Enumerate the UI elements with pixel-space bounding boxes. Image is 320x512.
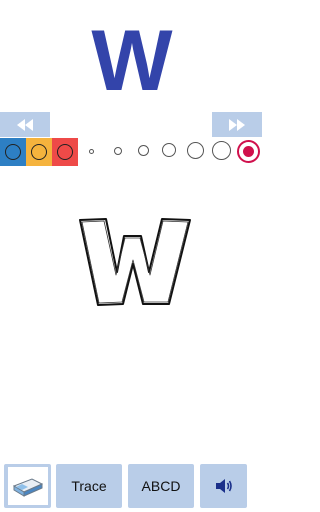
eraser-button[interactable] — [4, 464, 51, 508]
eraser-icon — [12, 478, 43, 497]
brush-size-5[interactable] — [187, 142, 204, 159]
swatch-ring — [57, 144, 73, 160]
letter-display: W — [0, 0, 262, 112]
abcd-label: ABCD — [141, 478, 181, 494]
swatch-ring — [5, 144, 21, 160]
brush-size-4[interactable] — [162, 143, 176, 157]
brush-size-6[interactable] — [212, 141, 231, 160]
current-letter: W — [91, 13, 172, 109]
trace-label: Trace — [71, 478, 107, 494]
trace-button[interactable]: Trace — [56, 464, 122, 508]
brush-size-2[interactable] — [114, 147, 122, 155]
eraser-icon-frame — [7, 467, 48, 505]
sound-button[interactable] — [200, 464, 247, 508]
rewind-icon — [17, 118, 33, 131]
color-swatch-yellow[interactable] — [26, 138, 52, 166]
abcd-button[interactable]: ABCD — [128, 464, 194, 508]
color-swatch-red[interactable] — [52, 138, 78, 166]
swatch-ring — [31, 144, 47, 160]
fast-forward-icon — [229, 118, 245, 131]
brush-size-1[interactable] — [89, 149, 94, 154]
brush-size-7-selected[interactable] — [237, 140, 260, 163]
letter-outline — [79, 218, 191, 306]
selected-indicator — [243, 146, 254, 157]
bottom-action-bar: Trace ABCD — [0, 464, 262, 510]
previous-letter-button[interactable] — [0, 112, 50, 137]
brush-size-3[interactable] — [138, 145, 149, 156]
drawing-canvas[interactable] — [0, 168, 262, 458]
color-swatch-blue[interactable] — [0, 138, 26, 166]
next-letter-button[interactable] — [212, 112, 262, 137]
speaker-icon — [215, 479, 232, 493]
